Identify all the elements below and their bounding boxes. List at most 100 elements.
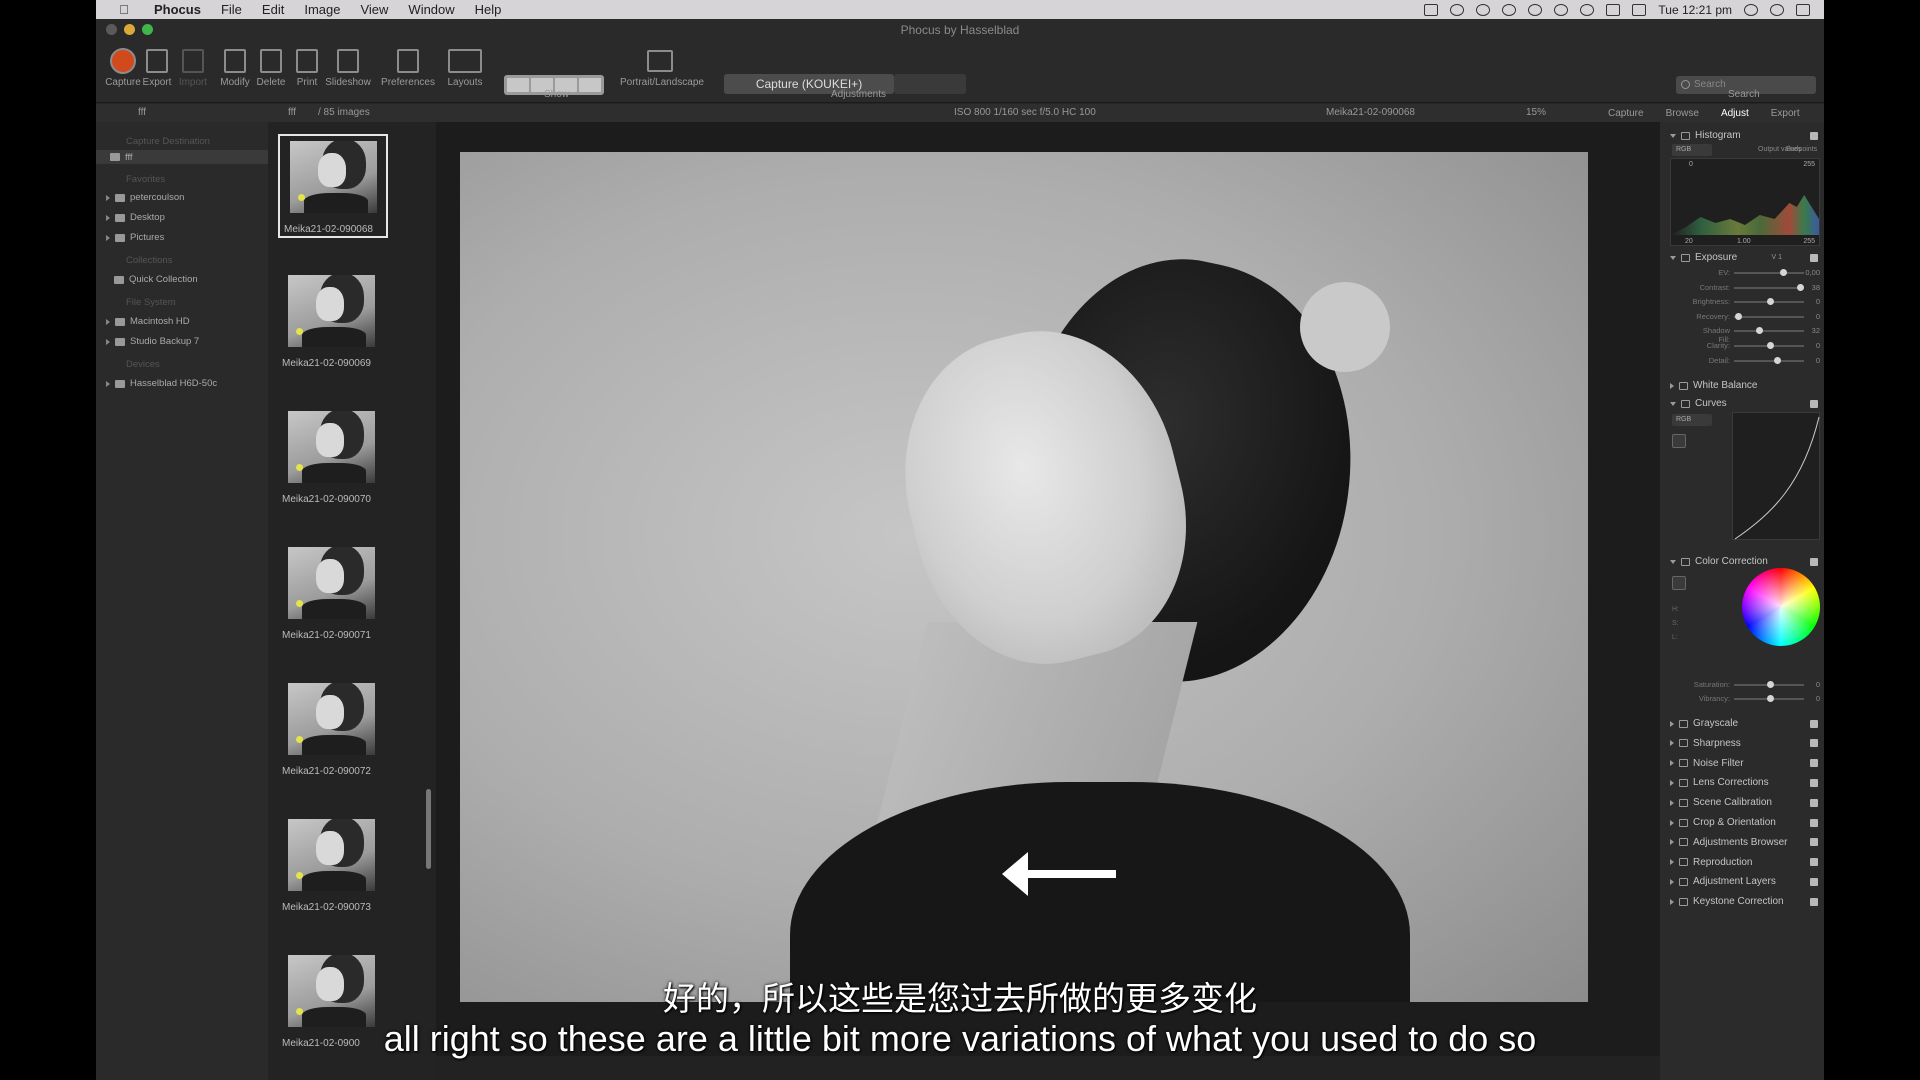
slider-track[interactable] <box>1734 315 1804 318</box>
sidebar-item-macintosh-hd[interactable]: Macintosh HD <box>106 316 190 327</box>
color-eyedropper-icon[interactable] <box>1672 576 1686 590</box>
enable-checkbox[interactable] <box>1810 719 1818 728</box>
slider-value[interactable]: 0 <box>1816 297 1820 306</box>
section-lens-corrections[interactable]: Lens Corrections <box>1670 777 1820 788</box>
enable-checkbox[interactable] <box>1810 739 1818 748</box>
slider-value[interactable]: 0 <box>1816 694 1820 703</box>
enable-checkbox[interactable] <box>1810 778 1818 787</box>
preferences-button[interactable]: Preferences <box>378 45 438 88</box>
enable-checkbox[interactable] <box>1810 858 1818 867</box>
curves-channel-select[interactable]: RGB <box>1672 414 1712 426</box>
layouts-button[interactable]: Layouts <box>442 45 488 88</box>
white-balance-header[interactable]: White Balance <box>1670 380 1820 391</box>
section-noise-filter[interactable]: Noise Filter <box>1670 758 1820 769</box>
portrait-landscape-button[interactable]: Portrait/Landscape <box>620 45 704 88</box>
section-adjustments-browser[interactable]: Adjustments Browser <box>1670 837 1820 848</box>
thumbnail-scrollbar[interactable] <box>426 789 431 869</box>
menu-image[interactable]: Image <box>304 2 340 17</box>
main-photo[interactable] <box>460 152 1588 1002</box>
maximize-window-button[interactable] <box>142 24 153 35</box>
tab-capture[interactable]: Capture <box>1608 108 1644 119</box>
slider-knob[interactable] <box>1756 327 1764 335</box>
view-mode-4[interactable] <box>579 78 601 92</box>
wifi-icon[interactable] <box>1606 3 1621 16</box>
minimize-window-button[interactable] <box>124 24 135 35</box>
slider-value[interactable]: 0 <box>1816 356 1820 365</box>
sidebar-item-studio-backup[interactable]: Studio Backup 7 <box>106 336 199 347</box>
enable-checkbox[interactable] <box>1810 798 1818 807</box>
preset-options-button[interactable] <box>894 74 966 94</box>
enable-checkbox[interactable] <box>1810 399 1818 408</box>
apple-icon[interactable]:  <box>112 2 136 17</box>
section-adjustment-layers[interactable]: Adjustment Layers <box>1670 876 1820 887</box>
enable-checkbox[interactable] <box>1810 818 1818 827</box>
histogram-channel-select[interactable]: RGB <box>1672 144 1712 156</box>
slider-track[interactable] <box>1734 359 1804 362</box>
zoom-level[interactable]: 15% <box>1526 107 1546 118</box>
sidebar-item-pictures[interactable]: Pictures <box>106 232 164 243</box>
enable-checkbox[interactable] <box>1810 759 1818 768</box>
accessibility-icon[interactable] <box>1502 3 1517 16</box>
sidebar-item-desktop[interactable]: Desktop <box>106 212 165 223</box>
image-viewer[interactable] <box>436 122 1660 1080</box>
slider-track[interactable] <box>1734 286 1804 289</box>
menu-clock[interactable]: Tue 12:21 pm <box>1658 3 1732 17</box>
section-grayscale[interactable]: Grayscale <box>1670 718 1820 729</box>
slider-track[interactable] <box>1734 272 1804 274</box>
slideshow-button[interactable]: Slideshow <box>322 45 374 88</box>
thumbnail-item[interactable]: Meika21-02-090068 <box>278 134 388 238</box>
slider-knob[interactable] <box>1767 695 1774 702</box>
histogram-graph[interactable]: 0 255 20 1.00 255 <box>1670 158 1820 246</box>
volume-icon[interactable] <box>1632 3 1647 16</box>
slider-value[interactable]: 0 <box>1816 680 1820 689</box>
bluetooth-icon[interactable] <box>1580 3 1595 16</box>
time-machine-icon[interactable] <box>1554 3 1569 16</box>
siri-icon[interactable] <box>1770 3 1784 16</box>
slider-value[interactable]: 0 <box>1816 341 1820 350</box>
thumbnail-item[interactable]: Meika21-02-090070 <box>278 406 388 510</box>
histogram-header[interactable]: Histogram <box>1670 130 1820 141</box>
menu-app-name[interactable]: Phocus <box>154 2 201 17</box>
slider-value[interactable]: 38 <box>1812 283 1820 292</box>
camera-status-icon[interactable] <box>1424 3 1439 16</box>
notification-center-icon[interactable] <box>1796 3 1810 16</box>
thumbnail-item[interactable]: Meika21-02-090069 <box>278 270 388 374</box>
menu-file[interactable]: File <box>221 2 242 17</box>
thumbnail-item[interactable]: Meika21-02-090072 <box>278 678 388 782</box>
import-button[interactable]: Import <box>170 45 216 88</box>
menu-edit[interactable]: Edit <box>262 2 284 17</box>
slider-knob[interactable] <box>1767 298 1774 306</box>
curves-header[interactable]: Curves <box>1670 398 1820 409</box>
spotlight-search-icon[interactable] <box>1744 3 1758 16</box>
creative-cloud-icon[interactable] <box>1450 3 1465 16</box>
slider-value[interactable]: 0 <box>1816 312 1820 321</box>
upload-icon[interactable] <box>1476 3 1491 16</box>
section-crop-orientation[interactable]: Crop & Orientation <box>1670 817 1820 828</box>
slider-knob[interactable] <box>1735 312 1743 320</box>
sidebar-item-quick-collection[interactable]: Quick Collection <box>114 274 198 285</box>
enable-checkbox[interactable] <box>1810 131 1818 140</box>
menu-help[interactable]: Help <box>475 2 502 17</box>
enable-checkbox[interactable] <box>1810 838 1818 847</box>
enable-checkbox[interactable] <box>1810 557 1818 566</box>
exposure-version-select[interactable]: V 1 <box>1771 254 1782 261</box>
section-sharpness[interactable]: Sharpness <box>1670 738 1820 749</box>
section-reproduction[interactable]: Reproduction <box>1670 857 1820 868</box>
close-window-button[interactable] <box>106 24 117 35</box>
section-scene-calibration[interactable]: Scene Calibration <box>1670 797 1820 808</box>
exposure-header[interactable]: Exposure V 1 <box>1670 252 1820 263</box>
color-wheel[interactable] <box>1742 568 1820 646</box>
tab-browse[interactable]: Browse <box>1666 108 1699 119</box>
slider-knob[interactable] <box>1796 283 1804 291</box>
slider-knob[interactable] <box>1767 342 1774 349</box>
slider-value[interactable]: 32 <box>1812 326 1820 335</box>
section-keystone-correction[interactable]: Keystone Correction <box>1670 896 1820 907</box>
color-correction-header[interactable]: Color Correction <box>1670 556 1820 567</box>
eyedropper-icon[interactable] <box>1672 434 1686 448</box>
enable-checkbox[interactable] <box>1810 897 1818 906</box>
tab-export[interactable]: Export <box>1771 108 1800 119</box>
menu-window[interactable]: Window <box>408 2 454 17</box>
enable-checkbox[interactable] <box>1810 877 1818 886</box>
endpoints-checkbox[interactable]: Endpoints <box>1786 146 1817 153</box>
curves-graph[interactable] <box>1732 412 1820 540</box>
